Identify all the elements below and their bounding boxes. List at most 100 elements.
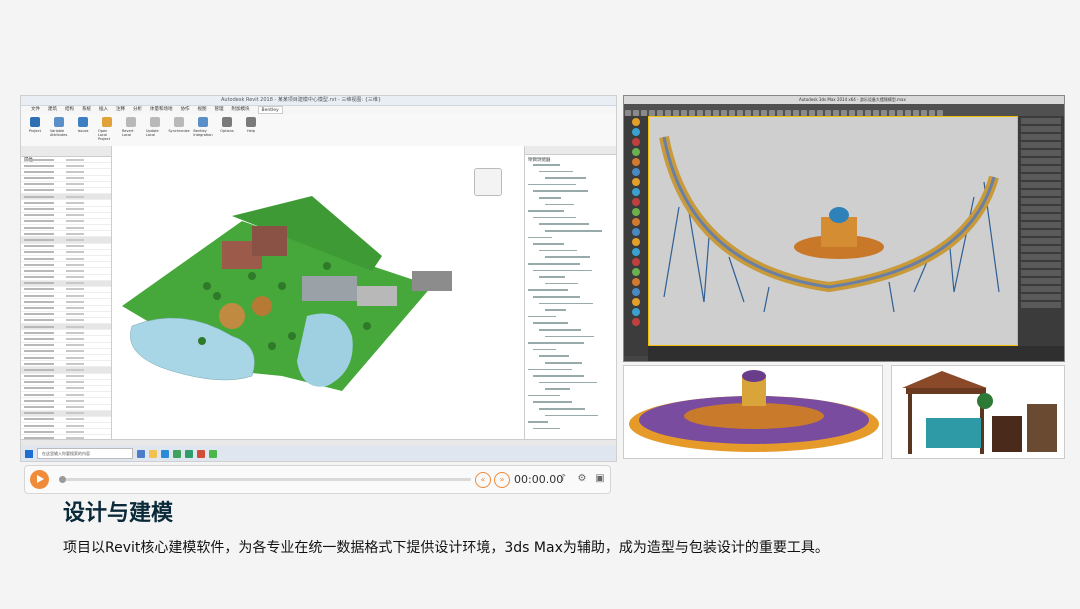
command-panel-button[interactable] (1021, 294, 1061, 300)
rewind-icon[interactable]: « (475, 472, 491, 488)
browser-tree-item[interactable] (525, 155, 616, 162)
menu-item-active[interactable]: Bentley (257, 106, 283, 114)
command-panel-button[interactable] (1021, 158, 1061, 164)
command-panel-button[interactable] (1021, 238, 1061, 244)
menu-item[interactable]: 体量和场地 (150, 106, 173, 114)
tool-icon[interactable] (632, 288, 640, 296)
command-panel-button[interactable] (1021, 230, 1061, 236)
tool-icon[interactable] (632, 198, 640, 206)
browser-tree-item[interactable] (525, 320, 616, 327)
tool-icon[interactable] (632, 298, 640, 306)
menu-item[interactable]: 协作 (181, 106, 190, 114)
browser-tree-item[interactable] (525, 168, 616, 175)
tool-icon[interactable] (632, 168, 640, 176)
settings-icon[interactable]: ⚙ (576, 473, 588, 485)
browser-tree-item[interactable] (525, 340, 616, 347)
browser-tree-item[interactable] (525, 326, 616, 333)
max-command-panel[interactable] (1018, 116, 1064, 356)
tool-icon[interactable] (632, 258, 640, 266)
browser-tree-item[interactable] (525, 181, 616, 188)
menu-item[interactable]: 文件 (31, 106, 40, 114)
menu-item[interactable]: 注释 (116, 106, 125, 114)
tool-icon[interactable] (632, 158, 640, 166)
browser-tree-item[interactable] (525, 261, 616, 268)
browser-tree-item[interactable] (525, 425, 616, 432)
browser-tree-item[interactable] (525, 287, 616, 294)
browser-tree-item[interactable] (525, 188, 616, 195)
browser-tree-item[interactable] (525, 175, 616, 182)
tool-icon[interactable] (632, 208, 640, 216)
browser-tree-item[interactable] (525, 333, 616, 340)
browser-tree-item[interactable] (525, 307, 616, 314)
project-browser[interactable]: 项目浏览器 (524, 146, 616, 439)
menu-item[interactable]: 管理 (215, 106, 224, 114)
browser-tree-item[interactable] (525, 346, 616, 353)
command-panel-button[interactable] (1021, 150, 1061, 156)
browser-tree-item[interactable] (525, 419, 616, 426)
ribbon-button[interactable]: Issues (74, 117, 92, 147)
browser-tree-item[interactable] (525, 234, 616, 241)
browser-tree-item[interactable] (525, 254, 616, 261)
ribbon-button[interactable]: Project (26, 117, 44, 147)
browser-tree-item[interactable] (525, 201, 616, 208)
tool-icon[interactable] (632, 188, 640, 196)
progress-track[interactable] (59, 476, 471, 483)
play-button[interactable] (30, 470, 49, 489)
tool-icon[interactable] (632, 238, 640, 246)
command-panel-button[interactable] (1021, 302, 1061, 308)
windows-start-icon[interactable] (25, 449, 33, 458)
menu-item[interactable]: 结构 (65, 106, 74, 114)
browser-tree-item[interactable] (525, 247, 616, 254)
browser-tree-item[interactable] (525, 373, 616, 380)
tool-icon[interactable] (632, 128, 640, 136)
command-panel-button[interactable] (1021, 198, 1061, 204)
browser-tree-item[interactable] (525, 386, 616, 393)
tool-icon[interactable] (632, 318, 640, 326)
tool-icon[interactable] (632, 138, 640, 146)
browser-tree-item[interactable] (525, 195, 616, 202)
browser-tree-item[interactable] (525, 359, 616, 366)
browser-tree-item[interactable] (525, 412, 616, 419)
command-panel-button[interactable] (1021, 254, 1061, 260)
browser-tree-item[interactable] (525, 162, 616, 169)
taskbar-search-input[interactable]: 在这里输入你要搜索的内容 (37, 448, 133, 459)
taskbar-app-icon[interactable] (209, 449, 217, 458)
browser-tree-item[interactable] (525, 241, 616, 248)
command-panel-button[interactable] (1021, 182, 1061, 188)
taskbar-app-icon[interactable] (173, 449, 181, 458)
command-panel-button[interactable] (1021, 278, 1061, 284)
command-panel-button[interactable] (1021, 190, 1061, 196)
command-panel-button[interactable] (1021, 262, 1061, 268)
browser-tree-item[interactable] (525, 353, 616, 360)
viewcube-icon[interactable] (474, 168, 502, 196)
command-panel-button[interactable] (1021, 118, 1061, 124)
taskbar-app-icon[interactable] (185, 449, 193, 458)
browser-tree-item[interactable] (525, 366, 616, 373)
menu-item[interactable]: 附加模块 (232, 106, 250, 114)
ribbon-button[interactable]: Revert Local (122, 117, 140, 147)
menu-item[interactable]: 分析 (133, 106, 142, 114)
browser-tree-item[interactable] (525, 267, 616, 274)
tool-icon[interactable] (632, 268, 640, 276)
browser-tree-item[interactable] (525, 221, 616, 228)
browser-tree-item[interactable] (525, 280, 616, 287)
browser-tree-item[interactable] (525, 313, 616, 320)
command-panel-button[interactable] (1021, 246, 1061, 252)
ribbon-button[interactable]: Open Local Project (98, 117, 116, 147)
browser-tree-item[interactable] (525, 274, 616, 281)
menu-item[interactable]: 建筑 (48, 106, 57, 114)
menu-item[interactable]: 视图 (198, 106, 207, 114)
tool-icon[interactable] (632, 228, 640, 236)
properties-panel[interactable]: 属性 (21, 146, 112, 442)
command-panel-button[interactable] (1021, 142, 1061, 148)
browser-tree-item[interactable] (525, 228, 616, 235)
ribbon-button[interactable]: Help (242, 117, 260, 147)
menu-item[interactable]: 插入 (99, 106, 108, 114)
ribbon-button[interactable]: Variable Attributes (50, 117, 68, 147)
ribbon-button[interactable]: Options (218, 117, 236, 147)
command-panel-button[interactable] (1021, 174, 1061, 180)
tool-icon[interactable] (632, 178, 640, 186)
taskbar-app-icon[interactable] (197, 449, 205, 458)
max-timeline[interactable] (648, 346, 1064, 361)
taskbar-app-icon[interactable] (137, 449, 145, 458)
